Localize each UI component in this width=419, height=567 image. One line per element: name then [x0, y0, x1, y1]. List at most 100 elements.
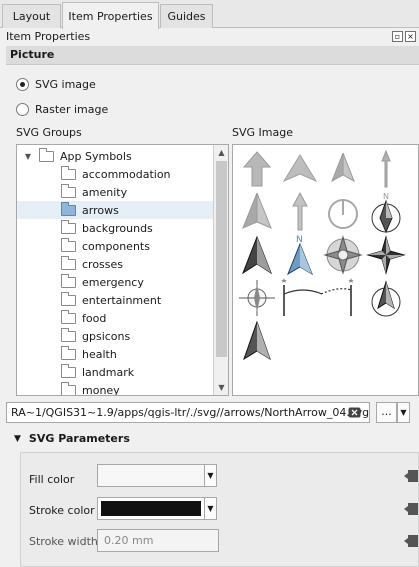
tree-item-label: entertainment	[82, 293, 162, 307]
dock-buttons: ▫ ×	[392, 31, 416, 42]
radio-checked-icon[interactable]	[16, 78, 29, 91]
tree-item[interactable]: crosses	[17, 255, 213, 273]
raster-image-radio[interactable]: Raster image	[16, 103, 108, 116]
tree-item-selected[interactable]: arrows	[17, 201, 213, 219]
stroke-color-swatch	[101, 501, 201, 516]
tree-item[interactable]: gpsicons	[17, 327, 213, 345]
folder-icon	[61, 345, 76, 360]
raster-image-label: Raster image	[35, 103, 109, 116]
tree-item-label: crosses	[82, 257, 124, 271]
fill-data-defined-icon[interactable]	[404, 466, 418, 486]
folder-icon	[39, 147, 54, 162]
fill-color-chevron-icon[interactable]: ▼	[204, 464, 217, 487]
tree-item[interactable]: landmark	[17, 363, 213, 381]
svg-groups-tree[interactable]: ▼ App Symbols accommodation amenity arro…	[16, 144, 229, 396]
tree-item-label: App Symbols	[60, 149, 132, 163]
stroke-data-defined-icon[interactable]	[404, 499, 418, 519]
tree-item[interactable]: backgrounds	[17, 219, 213, 237]
tree-item-label: accommodation	[82, 167, 171, 181]
tree-item-label: money	[82, 383, 120, 396]
tree-item-label: components	[82, 239, 150, 253]
arrow-thin-up-icon[interactable]	[364, 147, 408, 191]
tree-item[interactable]: food	[17, 309, 213, 327]
radio-unchecked-icon[interactable]	[16, 103, 29, 116]
north-arrow-blue-icon[interactable]: N	[278, 233, 322, 277]
tree-item[interactable]: health	[17, 345, 213, 363]
tree-scrollbar[interactable]: ▲ ▼	[213, 145, 228, 395]
arrow-up-thick-icon[interactable]	[235, 147, 279, 191]
tree-item[interactable]: accommodation	[17, 165, 213, 183]
svg-path-input[interactable]: RA~1/QGIS31~1.9/apps/qgis-ltr/./svg//arr…	[6, 402, 370, 423]
arrow-head-icon[interactable]	[278, 147, 322, 191]
svg-image-label: SVG Image	[232, 126, 293, 139]
folder-icon	[61, 237, 76, 252]
tree-item-label: gpsicons	[82, 329, 131, 343]
stroke-color-button[interactable]	[97, 497, 205, 520]
folder-icon	[61, 183, 76, 198]
arrow-head-half-icon[interactable]	[321, 147, 365, 191]
svg-text:N: N	[296, 235, 303, 245]
tab-label: Layout	[12, 10, 51, 23]
four-point-star-icon[interactable]	[364, 233, 408, 277]
scroll-down-icon[interactable]: ▼	[214, 380, 228, 395]
clear-icon[interactable]	[348, 406, 361, 419]
folder-icon	[61, 363, 76, 378]
tab-guides[interactable]: Guides	[160, 4, 213, 28]
svg-parameters-title: SVG Parameters	[28, 432, 130, 445]
tree-item-label: backgrounds	[82, 221, 153, 235]
tree-item-label: arrows	[82, 203, 119, 217]
north-circle-icon[interactable]	[321, 190, 365, 234]
tree-item[interactable]: amenity	[17, 183, 213, 201]
svg-image-radio[interactable]: SVG image	[16, 78, 96, 91]
folder-icon	[61, 273, 76, 288]
svg-parameters-panel: Fill color ▼ Stroke color ▼ Stroke width…	[20, 452, 419, 567]
tab-label: Guides	[167, 10, 206, 23]
tree-item-label: food	[82, 311, 107, 325]
fill-color-button[interactable]	[97, 464, 205, 487]
tree-item-label: amenity	[82, 185, 128, 199]
folder-open-icon	[61, 201, 76, 216]
tree-item[interactable]: emergency	[17, 273, 213, 291]
north-arrow-dark-icon[interactable]	[235, 233, 279, 277]
browse-button[interactable]: ...	[376, 402, 397, 423]
tab-label: Item Properties	[68, 9, 153, 23]
stroke-color-chevron-icon[interactable]: ▼	[204, 497, 217, 520]
scroll-thumb[interactable]	[216, 161, 227, 357]
tree-item[interactable]: components	[17, 237, 213, 255]
tree-item[interactable]: entertainment	[17, 291, 213, 309]
compass-rose-icon[interactable]	[321, 233, 365, 277]
stroke-width-spinbox[interactable]: 0.20 mm	[97, 529, 219, 552]
fill-color-label: Fill color	[29, 473, 75, 486]
folder-icon	[61, 309, 76, 324]
folder-icon	[61, 165, 76, 180]
stroke-width-label: Stroke width	[29, 535, 98, 548]
north-arrow-star-icon[interactable]: N	[364, 190, 408, 234]
tab-layout[interactable]: Layout	[2, 4, 61, 28]
stroke-width-value: 0.20 mm	[104, 534, 154, 547]
tab-bar: Layout Item Properties Guides	[0, 0, 419, 29]
svg-parameters-header[interactable]: ▼ SVG Parameters	[14, 432, 130, 445]
svg-path-value: RA~1/QGIS31~1.9/apps/qgis-ltr/./svg//arr…	[11, 406, 370, 419]
compass-cross-icon[interactable]	[235, 276, 279, 320]
north-arc-icon[interactable]	[278, 276, 323, 320]
browse-menu-chevron-icon[interactable]: ▼	[397, 402, 410, 423]
width-data-defined-icon[interactable]	[404, 531, 418, 551]
collapse-chevron-icon[interactable]: ▼	[14, 434, 21, 444]
tree-item-app-symbols[interactable]: ▼ App Symbols	[17, 147, 213, 165]
arrow-tall-half-icon[interactable]	[235, 190, 279, 234]
arrow-thin-shaft-icon[interactable]	[278, 190, 322, 234]
expand-chevron-icon[interactable]: ▼	[17, 152, 39, 161]
north-arrow-plain-icon[interactable]	[235, 319, 279, 363]
folder-icon	[61, 291, 76, 306]
north-arrow-circle-icon[interactable]	[364, 276, 408, 320]
float-icon[interactable]: ▫	[392, 31, 403, 42]
tree-item[interactable]: money	[17, 381, 213, 396]
folder-icon	[61, 219, 76, 234]
tree-item-label: health	[82, 347, 117, 361]
north-arc-dotted-icon[interactable]	[320, 276, 365, 320]
svg-image-grid[interactable]: N N	[232, 144, 419, 396]
tab-item-properties[interactable]: Item Properties	[62, 2, 159, 29]
section-header-picture[interactable]: Picture	[6, 46, 419, 65]
scroll-up-icon[interactable]: ▲	[214, 145, 228, 160]
close-icon[interactable]: ×	[405, 31, 416, 42]
